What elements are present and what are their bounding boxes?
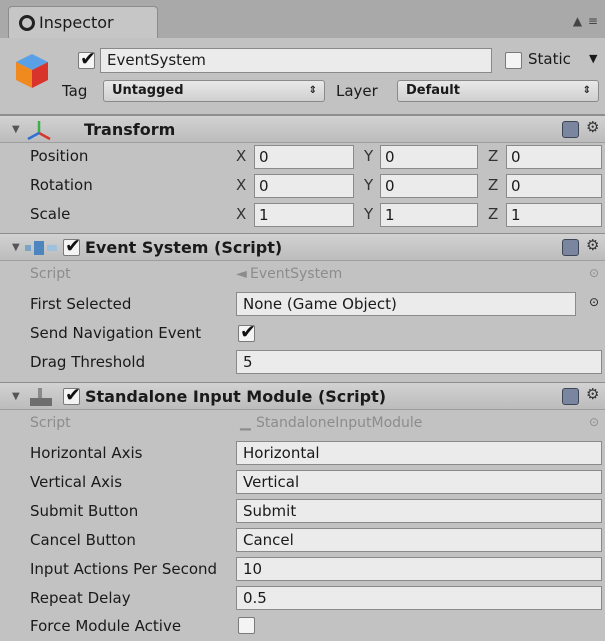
object-header: ✔ EventSystem Static ▼ Tag Untagged ⇕ Lay…	[0, 38, 605, 115]
script-value: EventSystem	[250, 266, 343, 282]
scale-label: Scale	[30, 205, 71, 223]
checkmark-icon: ✔	[65, 235, 81, 257]
foldout-arrow-icon[interactable]: ▼	[12, 391, 20, 402]
axis-y-label: Y	[364, 147, 374, 165]
layer-label: Layer	[336, 82, 378, 100]
horizontal-axis-label: Horizontal Axis	[30, 444, 143, 462]
input-module-enabled-checkbox[interactable]: ✔	[63, 384, 81, 406]
checkmark-icon: ✔	[240, 321, 256, 343]
gear-icon[interactable]: ⚙	[586, 236, 599, 254]
script-object-icon: ◄	[236, 266, 247, 282]
event-system-icon	[25, 241, 57, 255]
axis-y-label: Y	[364, 176, 374, 194]
foldout-arrow-icon[interactable]: ▼	[12, 124, 20, 135]
input-module-header[interactable]: ▼ ✔ Standalone Input Module (Script) ⚙	[0, 382, 605, 410]
transform-header[interactable]: ▼ Transform ⚙	[0, 115, 605, 143]
scale-x-field[interactable]: 1	[254, 203, 354, 227]
tab-bar: Inspector ▲ ≡	[0, 0, 605, 39]
vertical-axis-label: Vertical Axis	[30, 473, 123, 491]
tab-label: Inspector	[39, 13, 114, 32]
tag-dropdown[interactable]: Untagged ⇕	[103, 80, 325, 102]
static-checkbox[interactable]	[505, 52, 522, 69]
submit-button-field[interactable]: Submit	[236, 499, 602, 523]
tag-label: Tag	[62, 82, 88, 100]
static-label: Static	[528, 50, 571, 68]
position-label: Position	[30, 147, 89, 165]
axis-y-label: Y	[364, 205, 374, 223]
vertical-axis-field[interactable]: Vertical	[236, 470, 602, 494]
repeat-delay-label: Repeat Delay	[30, 589, 131, 607]
input-module-icon	[30, 388, 52, 406]
script-label: Script	[30, 266, 71, 282]
object-name-input[interactable]: EventSystem	[100, 48, 492, 73]
axis-z-label: Z	[488, 176, 499, 194]
drag-threshold-label: Drag Threshold	[30, 353, 146, 371]
rotation-x-field[interactable]: 0	[254, 174, 354, 198]
foldout-arrow-icon[interactable]: ▼	[12, 242, 20, 253]
event-system-enabled-checkbox[interactable]: ✔	[63, 235, 81, 257]
submit-button-label: Submit Button	[30, 502, 139, 520]
repeat-delay-field[interactable]: 0.5	[236, 586, 602, 610]
component-title: Standalone Input Module (Script)	[85, 387, 387, 406]
checkmark-icon: ✔	[80, 48, 96, 70]
info-icon	[19, 15, 35, 31]
scale-y-field[interactable]: 1	[380, 203, 478, 227]
checkmark-icon: ✔	[65, 384, 81, 406]
reference-icon[interactable]	[562, 121, 579, 138]
position-y-field[interactable]: 0	[380, 145, 478, 169]
position-z-field[interactable]: 0	[506, 145, 602, 169]
event-system-header[interactable]: ▼ ✔ Event System (Script) ⚙	[0, 233, 605, 261]
drag-threshold-field[interactable]: 5	[236, 350, 602, 374]
cancel-button-field[interactable]: Cancel	[236, 528, 602, 552]
force-module-active-label: Force Module Active	[30, 617, 182, 635]
input-actions-field[interactable]: 10	[236, 557, 602, 581]
reference-icon[interactable]	[562, 239, 579, 256]
cancel-button-label: Cancel Button	[30, 531, 136, 549]
scale-z-field[interactable]: 1	[506, 203, 602, 227]
active-checkbox[interactable]: ✔	[78, 48, 96, 70]
rotation-label: Rotation	[30, 176, 93, 194]
cube-icon	[16, 54, 48, 88]
axis-z-label: Z	[488, 147, 499, 165]
gear-icon[interactable]: ⚙	[586, 385, 599, 403]
force-module-active-checkbox[interactable]	[238, 617, 255, 634]
layer-value: Default	[406, 83, 460, 98]
dropdown-arrows-icon: ⇕	[308, 85, 317, 96]
object-picker-icon: ⊙	[589, 266, 600, 280]
window-menu-icon[interactable]: ▲ ≡	[573, 14, 599, 28]
object-picker-icon[interactable]: ⊙	[589, 295, 599, 309]
script-label: Script	[30, 415, 71, 431]
reference-icon[interactable]	[562, 388, 579, 405]
send-navigation-label: Send Navigation Event	[30, 324, 202, 342]
rotation-z-field[interactable]: 0	[506, 174, 602, 198]
position-x-field[interactable]: 0	[254, 145, 354, 169]
first-selected-label: First Selected	[30, 295, 132, 313]
layer-dropdown[interactable]: Default ⇕	[397, 80, 599, 102]
tab-inspector[interactable]: Inspector	[8, 6, 158, 39]
static-dropdown-icon[interactable]: ▼	[589, 52, 597, 65]
gear-icon[interactable]: ⚙	[586, 118, 599, 136]
send-navigation-checkbox[interactable]: ✔	[238, 321, 256, 343]
tag-value: Untagged	[112, 83, 184, 98]
axis-x-label: X	[236, 176, 247, 194]
axis-z-label: Z	[488, 205, 499, 223]
first-selected-field[interactable]: None (Game Object)	[236, 292, 576, 316]
component-title: Transform	[84, 120, 176, 139]
dropdown-arrows-icon: ⇕	[582, 85, 591, 96]
horizontal-axis-field[interactable]: Horizontal	[236, 441, 602, 465]
script-value: StandaloneInputModule	[256, 415, 423, 431]
input-actions-label: Input Actions Per Second	[30, 560, 218, 578]
script-object-icon: ▁	[240, 415, 251, 431]
axis-x-label: X	[236, 205, 247, 223]
rotation-y-field[interactable]: 0	[380, 174, 478, 198]
component-title: Event System (Script)	[85, 238, 283, 257]
transform-axes-icon	[27, 121, 51, 141]
axis-x-label: X	[236, 147, 247, 165]
object-picker-icon: ⊙	[589, 415, 600, 429]
